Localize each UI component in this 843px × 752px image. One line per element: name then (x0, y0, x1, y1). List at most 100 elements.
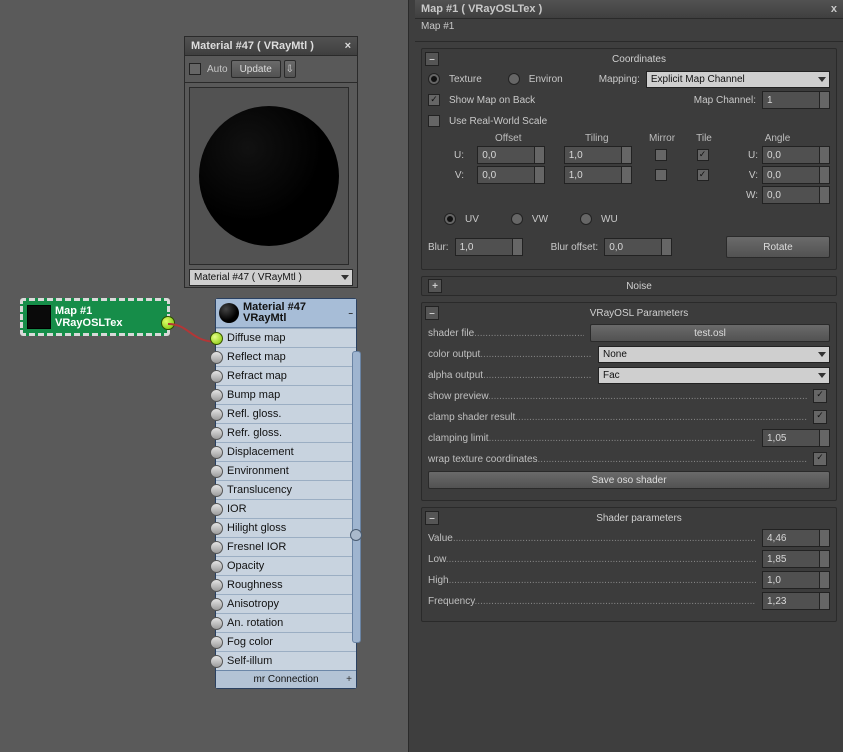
real-world-label: Use Real-World Scale (449, 116, 547, 127)
node-map[interactable]: Map #1 VRayOSLTex (20, 298, 170, 336)
uv-radio[interactable] (444, 213, 456, 225)
show-map-checkbox[interactable] (428, 94, 440, 106)
texture-radio[interactable] (428, 73, 440, 85)
input-port[interactable] (210, 446, 223, 459)
rotate-button[interactable]: Rotate (726, 236, 830, 258)
input-port[interactable] (210, 351, 223, 364)
map-output-port[interactable] (161, 316, 175, 330)
input-port[interactable] (210, 541, 223, 554)
slot-hilight-gloss[interactable]: Hilight gloss (216, 518, 356, 537)
input-port[interactable] (210, 484, 223, 497)
environ-radio[interactable] (508, 73, 520, 85)
collapse-icon[interactable]: – (425, 306, 439, 320)
slot-anisotropy[interactable]: Anisotropy (216, 594, 356, 613)
v-mirror-checkbox[interactable] (655, 169, 667, 181)
wu-radio[interactable] (580, 213, 592, 225)
shader-file-button[interactable]: test.osl (590, 324, 830, 342)
slot-environment[interactable]: Environment (216, 461, 356, 480)
input-port[interactable] (210, 408, 223, 421)
input-port[interactable] (210, 503, 223, 516)
pane-titlebar[interactable]: Map #1 ( VRayOSLTex ) x (415, 0, 843, 19)
u-offset-spinner[interactable]: 0,0 (477, 146, 545, 164)
input-port[interactable] (210, 598, 223, 611)
preview-swatch[interactable] (189, 87, 349, 265)
slot-opacity[interactable]: Opacity (216, 556, 356, 575)
pin-icon[interactable]: ⇩ (284, 60, 296, 78)
value-spinner[interactable]: 4,46 (762, 529, 830, 547)
bluroff-spinner[interactable]: 0,0 (604, 238, 672, 256)
input-port[interactable] (210, 465, 223, 478)
wrap-checkbox[interactable] (813, 452, 827, 466)
close-icon[interactable]: × (345, 40, 351, 52)
slot-refl-gloss-[interactable]: Refl. gloss. (216, 404, 356, 423)
high-spinner[interactable]: 1,0 (762, 571, 830, 589)
input-port[interactable] (210, 560, 223, 573)
mapping-label: Mapping: (599, 74, 640, 85)
breadcrumb-text[interactable]: Map #1 (421, 21, 454, 32)
slot-diffuse-map[interactable]: Diffuse map (216, 328, 356, 347)
slot-self-illum[interactable]: Self-illum (216, 651, 356, 670)
slot-refr-gloss-[interactable]: Refr. gloss. (216, 423, 356, 442)
input-port[interactable] (210, 522, 223, 535)
collapse-icon[interactable]: – (425, 511, 439, 525)
v-tile-checkbox[interactable] (697, 169, 709, 181)
slot-fog-color[interactable]: Fog color (216, 632, 356, 651)
node-material[interactable]: Material #47 VRayMtl – Diffuse map Reflec… (215, 298, 357, 689)
material-preview-window: Material #47 ( VRayMtl ) × Auto Update ⇩… (184, 36, 358, 288)
input-port[interactable] (210, 579, 223, 592)
v-tiling-spinner[interactable]: 1,0 (564, 166, 632, 184)
expand-icon[interactable]: + (428, 279, 442, 293)
u-tiling-spinner[interactable]: 1,0 (564, 146, 632, 164)
update-button[interactable]: Update (231, 60, 281, 78)
input-port[interactable] (210, 636, 223, 649)
u-mirror-checkbox[interactable] (655, 149, 667, 161)
v-angle-spinner[interactable]: 0,0 (762, 166, 830, 184)
w-angle-spinner[interactable]: 0,0 (762, 186, 830, 204)
vw-radio[interactable] (511, 213, 523, 225)
clamp-result-checkbox[interactable] (813, 410, 827, 424)
low-spinner[interactable]: 1,85 (762, 550, 830, 568)
clamp-limit-spinner[interactable]: 1,05 (762, 429, 830, 447)
w-ang-label: W: (746, 190, 758, 201)
blur-spinner[interactable]: 1,0 (455, 238, 523, 256)
u-tile-checkbox[interactable] (697, 149, 709, 161)
freq-spinner[interactable]: 1,23 (762, 592, 830, 610)
color-output-dropdown[interactable]: None (598, 346, 830, 363)
slot-displacement[interactable]: Displacement (216, 442, 356, 461)
v-offset-spinner[interactable]: 0,0 (477, 166, 545, 184)
input-port[interactable] (210, 427, 223, 440)
show-preview-checkbox[interactable] (813, 389, 827, 403)
input-port[interactable] (210, 332, 223, 345)
alpha-output-dropdown[interactable]: Fac (598, 367, 830, 384)
slot-an-rotation[interactable]: An. rotation (216, 613, 356, 632)
preview-titlebar[interactable]: Material #47 ( VRayMtl ) × (185, 37, 357, 56)
slot-ior[interactable]: IOR (216, 499, 356, 518)
collapse-icon[interactable]: – (425, 52, 439, 66)
close-icon[interactable]: x (831, 3, 837, 15)
input-port[interactable] (210, 370, 223, 383)
slot-fresnel-ior[interactable]: Fresnel IOR (216, 537, 356, 556)
slot-label: Diffuse map (227, 332, 286, 344)
slot-translucency[interactable]: Translucency (216, 480, 356, 499)
resize-knob[interactable] (350, 529, 362, 541)
material-dropdown[interactable]: Material #47 ( VRayMtl ) (189, 269, 353, 286)
map-channel-spinner[interactable]: 1 (762, 91, 830, 109)
input-port[interactable] (210, 389, 223, 402)
plus-icon[interactable]: + (346, 674, 352, 685)
mapping-dropdown[interactable]: Explicit Map Channel (646, 71, 830, 88)
minus-icon[interactable]: – (349, 309, 353, 318)
auto-checkbox[interactable] (189, 63, 201, 75)
save-oso-button[interactable]: Save oso shader (428, 471, 830, 489)
low-label: Low (428, 554, 446, 565)
real-world-checkbox[interactable] (428, 115, 440, 127)
input-port[interactable] (210, 617, 223, 630)
preview-toolbar: Auto Update ⇩ (185, 56, 357, 83)
u-angle-spinner[interactable]: 0,0 (762, 146, 830, 164)
node-material-header[interactable]: Material #47 VRayMtl – (216, 299, 356, 328)
slot-bump-map[interactable]: Bump map (216, 385, 356, 404)
slot-roughness[interactable]: Roughness (216, 575, 356, 594)
input-port[interactable] (210, 655, 223, 668)
node-footer[interactable]: mr Connection + (216, 670, 356, 688)
slot-reflect-map[interactable]: Reflect map (216, 347, 356, 366)
slot-refract-map[interactable]: Refract map (216, 366, 356, 385)
